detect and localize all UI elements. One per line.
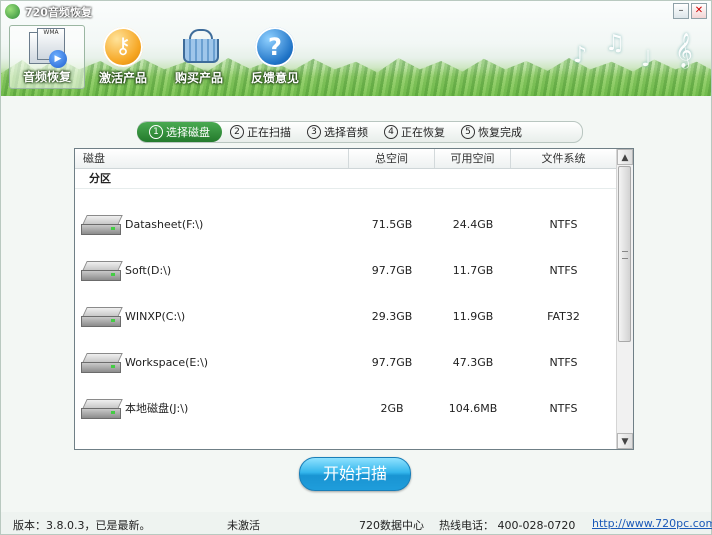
step-number: 3 bbox=[307, 125, 321, 139]
step-complete: 5 恢复完成 bbox=[453, 122, 530, 142]
window-controls: – ✕ bbox=[673, 3, 707, 19]
buy-product-button[interactable]: 购买产品 bbox=[161, 25, 237, 89]
wizard-steps: 1 选择磁盘 2 正在扫描 3 选择音频 4 正在恢复 5 恢复完成 bbox=[137, 121, 583, 143]
step-label: 选择磁盘 bbox=[166, 126, 210, 139]
disk-filesystem: NTFS bbox=[549, 217, 578, 231]
disk-total: 29.3GB bbox=[371, 309, 413, 323]
window-title: 720音频恢复 bbox=[25, 6, 92, 19]
group-header-partitions: 分区 bbox=[75, 169, 616, 189]
hard-drive-icon bbox=[81, 213, 123, 235]
step-select-disk: 1 选择磁盘 bbox=[137, 122, 222, 142]
close-button[interactable]: ✕ bbox=[691, 3, 707, 19]
minimize-button[interactable]: – bbox=[673, 3, 689, 19]
disk-free: 104.6MB bbox=[448, 401, 498, 415]
music-notes-decoration: ♪ ♫ ♩ 𝄞 bbox=[573, 31, 693, 72]
step-number: 4 bbox=[384, 125, 398, 139]
disk-total: 97.7GB bbox=[371, 355, 413, 369]
table-row[interactable]: Datasheet(F:\) 71.5GB 24.4GB NTFS bbox=[75, 201, 616, 247]
toolbar-label: 激活产品 bbox=[98, 71, 147, 85]
disk-free: 11.9GB bbox=[452, 309, 494, 323]
start-scan-button[interactable]: 开始扫描 bbox=[299, 457, 411, 491]
step-label: 选择音频 bbox=[324, 126, 368, 139]
disk-name: WINXP(C:\) bbox=[125, 309, 186, 323]
website-link[interactable]: http://www.720pc.com bbox=[592, 517, 712, 530]
activation-status: 未激活 bbox=[227, 519, 260, 532]
step-scanning: 2 正在扫描 bbox=[222, 122, 299, 142]
scroll-up-arrow-icon[interactable]: ▲ bbox=[617, 149, 633, 165]
main-toolbar: WMA ▶ 音频恢复 ⚷ 激活产品 购买产品 ? 反馈意见 bbox=[9, 25, 313, 89]
hard-drive-icon bbox=[81, 397, 123, 419]
column-header-total[interactable]: 总空间 bbox=[349, 149, 435, 168]
disk-name: Soft(D:\) bbox=[125, 263, 172, 277]
basket-icon bbox=[179, 27, 219, 67]
disk-filesystem: NTFS bbox=[549, 263, 578, 277]
table-header: 磁盘 总空间 可用空间 文件系统 bbox=[75, 149, 616, 169]
disk-free: 24.4GB bbox=[452, 217, 494, 231]
step-recovering: 4 正在恢复 bbox=[376, 122, 453, 142]
step-select-audio: 3 选择音频 bbox=[299, 122, 376, 142]
column-header-filesystem[interactable]: 文件系统 bbox=[511, 149, 616, 168]
table-row[interactable]: 本地磁盘(J:\) 2GB 104.6MB NTFS bbox=[75, 385, 616, 431]
help-icon: ? bbox=[255, 27, 295, 67]
disk-name: Datasheet(F:\) bbox=[125, 217, 204, 231]
audio-recovery-button[interactable]: WMA ▶ 音频恢复 bbox=[9, 25, 85, 89]
hotline-text: 热线电话： 400-028-0720 bbox=[439, 519, 576, 532]
version-text: 版本：3.8.0.3，已是最新。 bbox=[13, 519, 151, 532]
step-number: 5 bbox=[461, 125, 475, 139]
disk-name: 本地磁盘(J:\) bbox=[125, 402, 189, 415]
disk-filesystem: NTFS bbox=[549, 401, 578, 415]
key-icon: ⚷ bbox=[103, 27, 143, 67]
step-label: 正在扫描 bbox=[247, 126, 291, 139]
toolbar-label: 音频恢复 bbox=[22, 70, 71, 84]
hard-drive-icon bbox=[81, 351, 123, 373]
disk-total: 71.5GB bbox=[371, 217, 413, 231]
disk-free: 47.3GB bbox=[452, 355, 494, 369]
app-logo-icon bbox=[5, 4, 20, 19]
hard-drive-icon bbox=[81, 305, 123, 327]
status-bar: 版本：3.8.0.3，已是最新。 未激活 720数据中心 热线电话： 400-0… bbox=[1, 512, 712, 534]
banner: 720音频恢复 – ✕ WMA ▶ 音频恢复 ⚷ 激活产品 购买产品 ? 反馈意… bbox=[1, 1, 711, 96]
table-row[interactable]: Workspace(E:\) 97.7GB 47.3GB NTFS bbox=[75, 339, 616, 385]
vertical-scrollbar[interactable]: ▲ ▼ bbox=[616, 149, 633, 449]
column-header-free[interactable]: 可用空间 bbox=[435, 149, 511, 168]
toolbar-label: 反馈意见 bbox=[250, 71, 299, 85]
disk-filesystem: NTFS bbox=[549, 355, 578, 369]
hard-drive-icon bbox=[81, 259, 123, 281]
title-bar[interactable]: 720音频恢复 – ✕ bbox=[1, 1, 711, 23]
disk-total: 97.7GB bbox=[371, 263, 413, 277]
disk-rows: Datasheet(F:\) 71.5GB 24.4GB NTFS Soft(D… bbox=[75, 201, 616, 431]
scrollbar-thumb[interactable] bbox=[618, 166, 631, 342]
disk-total: 2GB bbox=[380, 401, 404, 415]
disk-filesystem: FAT32 bbox=[547, 309, 580, 323]
feedback-button[interactable]: ? 反馈意见 bbox=[237, 25, 313, 89]
data-center-text: 720数据中心 bbox=[359, 519, 424, 532]
disk-name: Workspace(E:\) bbox=[125, 355, 209, 369]
scroll-down-arrow-icon[interactable]: ▼ bbox=[617, 433, 633, 449]
activate-product-button[interactable]: ⚷ 激活产品 bbox=[85, 25, 161, 89]
step-label: 恢复完成 bbox=[478, 126, 522, 139]
table-row[interactable]: Soft(D:\) 97.7GB 11.7GB NTFS bbox=[75, 247, 616, 293]
audio-files-icon: WMA ▶ bbox=[27, 28, 67, 68]
step-label: 正在恢复 bbox=[401, 126, 445, 139]
step-number: 1 bbox=[149, 125, 163, 139]
column-header-disk[interactable]: 磁盘 bbox=[75, 149, 349, 168]
disk-table: 磁盘 总空间 可用空间 文件系统 分区 Datasheet(F:\) 71.5G… bbox=[74, 148, 634, 450]
toolbar-label: 购买产品 bbox=[174, 71, 223, 85]
step-number: 2 bbox=[230, 125, 244, 139]
disk-free: 11.7GB bbox=[452, 263, 494, 277]
table-row[interactable]: WINXP(C:\) 29.3GB 11.9GB FAT32 bbox=[75, 293, 616, 339]
app-window: 720音频恢复 – ✕ WMA ▶ 音频恢复 ⚷ 激活产品 购买产品 ? 反馈意… bbox=[0, 0, 712, 535]
